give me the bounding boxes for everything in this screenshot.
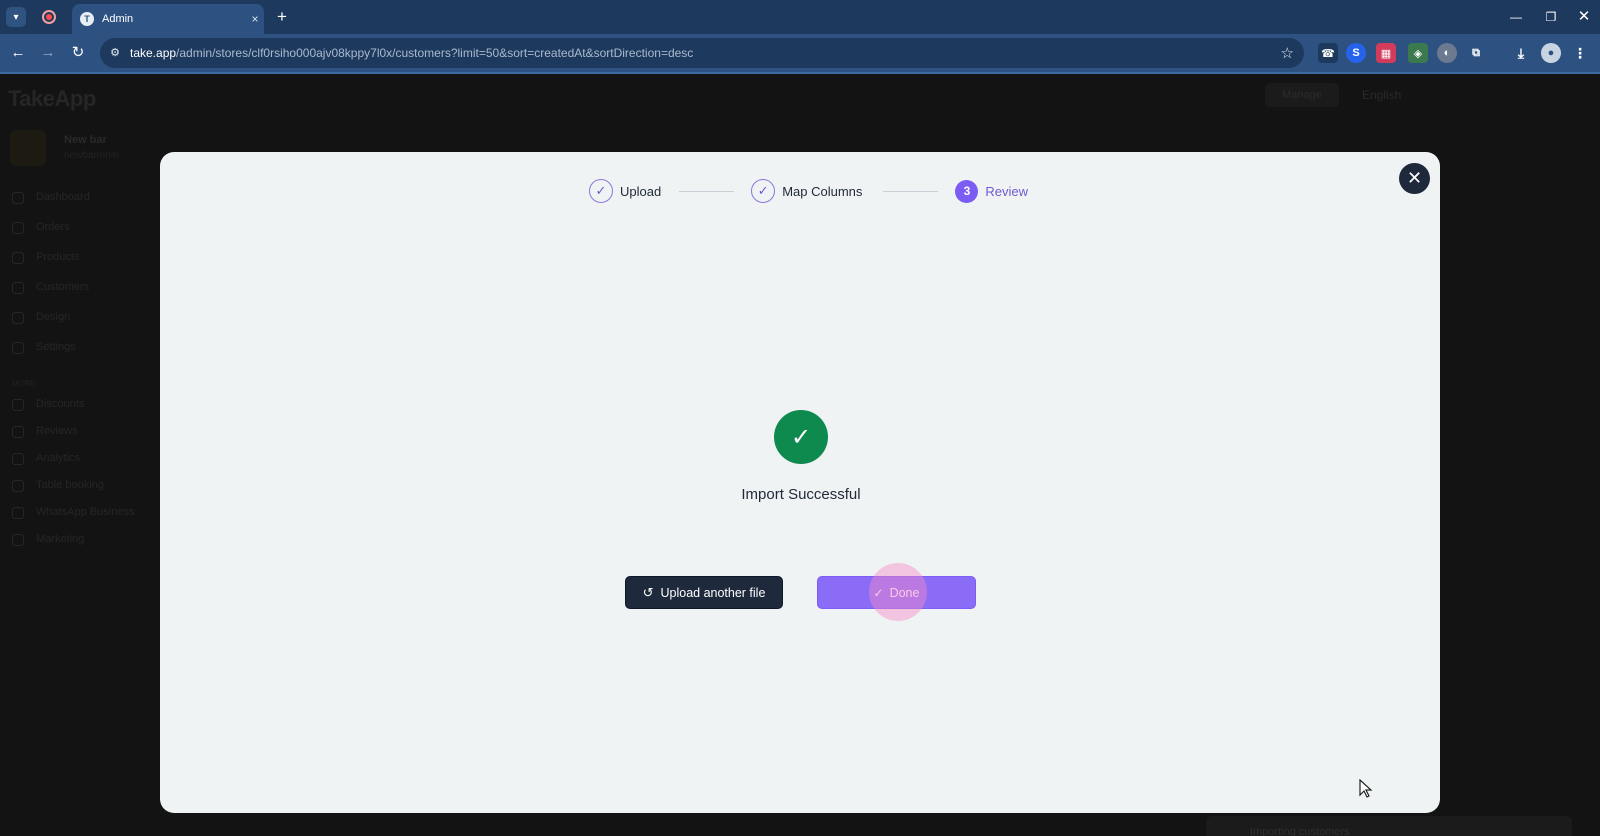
manage-button: Manage: [1265, 83, 1339, 107]
success-check-icon: ✓: [774, 410, 828, 464]
design-icon: [12, 312, 24, 324]
sidebar-item-dashboard: Dashboard: [36, 191, 90, 203]
analytics-icon: [12, 453, 24, 465]
mouse-cursor-icon: [1359, 779, 1373, 798]
address-bar[interactable]: ⚙ take.app/admin/stores/clf0rsiho000ajv0…: [100, 38, 1304, 68]
sidebar-item-whatsapp-business: WhatsApp Business: [36, 506, 135, 518]
store-avatar: [10, 130, 46, 166]
language-selector: English: [1362, 88, 1402, 102]
import-customers-modal: ✕ ✓ Upload ✓ Map Columns 3 Review ✓ Impo…: [160, 152, 1440, 813]
done-label: Done: [889, 585, 920, 600]
upload-another-label: Upload another file: [660, 585, 766, 600]
sidebar-item-reviews: Reviews: [36, 425, 78, 437]
store-handle: newbarmnm: [64, 150, 120, 161]
step-connector: [883, 190, 939, 192]
extensions-puzzle-icon[interactable]: ⧉: [1466, 43, 1486, 63]
new-tab-button[interactable]: +: [272, 7, 292, 27]
table-booking-icon: [12, 480, 24, 492]
globe-extension-icon[interactable]: ◐: [1437, 43, 1457, 63]
products-icon: [12, 252, 24, 264]
red-extension-icon[interactable]: ▦: [1376, 43, 1396, 63]
takeapp-favicon-icon: T: [80, 12, 94, 26]
sidebar-item-products: Products: [36, 251, 80, 263]
back-icon[interactable]: ←: [7, 42, 29, 64]
sidebar-item-orders: Orders: [36, 221, 70, 233]
step-map-columns: ✓ Map Columns: [751, 179, 862, 203]
sidebar-item-table-booking: Table booking: [36, 479, 104, 491]
dashboard-icon: [12, 192, 24, 204]
step-review: 3 Review: [955, 179, 1029, 203]
sidebar-item-discounts: Discounts: [36, 398, 85, 410]
browser-menu-icon[interactable]: ⋮: [1570, 43, 1590, 63]
whatsapp-icon: [12, 507, 24, 519]
sidebar-item-marketing: Marketing: [36, 533, 85, 545]
customers-icon: [12, 282, 24, 294]
sidebar-section-label: MORE: [12, 379, 36, 388]
sidebar-item-design: Design: [36, 311, 71, 323]
window-close-icon[interactable]: ✕: [1566, 6, 1600, 28]
minimize-icon[interactable]: —: [1498, 6, 1534, 28]
sidebar-item-settings: Settings: [36, 341, 76, 353]
step-label: Review: [985, 183, 1029, 199]
site-info-icon[interactable]: ⚙: [108, 46, 122, 60]
step-label: Map Columns: [782, 183, 863, 199]
refresh-icon: ↺: [642, 584, 654, 600]
step-check-icon: ✓: [589, 179, 613, 203]
takeapp-logo: TakeApp: [8, 86, 96, 111]
browser-toolbar: ← → ↻ ⚙ take.app/admin/stores/clf0rsiho0…: [0, 34, 1600, 72]
step-number: 3: [955, 179, 979, 203]
profile-avatar[interactable]: ●: [1541, 43, 1561, 63]
browser-tab-admin[interactable]: T Admin ×: [72, 4, 264, 34]
browser-tabbar: ▾ T Admin × + — ❐ ✕: [0, 0, 1600, 34]
sidebar-item-customers: Customers: [36, 281, 90, 293]
step-connector: [679, 190, 735, 192]
tab-close-icon[interactable]: ×: [246, 12, 264, 26]
step-check-icon: ✓: [751, 179, 776, 203]
recording-icon[interactable]: [42, 10, 56, 24]
step-label: Upload: [620, 183, 662, 199]
upload-another-file-button[interactable]: ↺ Upload another file: [625, 576, 783, 609]
reviews-icon: [12, 426, 24, 438]
import-progress-toast: Importing customers: [1206, 816, 1572, 836]
forward-icon[interactable]: →: [37, 42, 59, 64]
tab-search-button[interactable]: ▾: [6, 7, 26, 27]
phone-extension-icon[interactable]: ☎: [1318, 43, 1338, 63]
tab-title: Admin: [102, 13, 134, 25]
downloads-icon[interactable]: ⤓: [1511, 43, 1531, 63]
s-extension-icon[interactable]: S: [1346, 43, 1366, 63]
modal-close-button[interactable]: ✕: [1399, 163, 1430, 194]
restore-icon[interactable]: ❐: [1533, 6, 1569, 28]
import-stepper: ✓ Upload ✓ Map Columns 3 Review: [589, 179, 1028, 203]
check-icon: ✓: [873, 585, 884, 600]
import-toast-text: Importing customers: [1250, 826, 1350, 836]
store-name: New bar: [64, 134, 107, 146]
discounts-icon: [12, 399, 24, 411]
done-button[interactable]: ✓ Done: [817, 576, 976, 609]
sidebar-item-analytics: Analytics: [36, 452, 81, 464]
step-upload: ✓ Upload: [589, 179, 661, 203]
orders-icon: [12, 222, 24, 234]
badge-extension-icon[interactable]: ◈: [1408, 43, 1428, 63]
reload-icon[interactable]: ↻: [67, 42, 89, 64]
marketing-icon: [12, 534, 24, 546]
import-success-message: Import Successful: [741, 486, 861, 503]
settings-icon: [12, 342, 24, 354]
url-text[interactable]: take.app/admin/stores/clf0rsiho000ajv08k…: [130, 46, 693, 60]
bookmark-star-icon[interactable]: ☆: [1281, 44, 1294, 62]
